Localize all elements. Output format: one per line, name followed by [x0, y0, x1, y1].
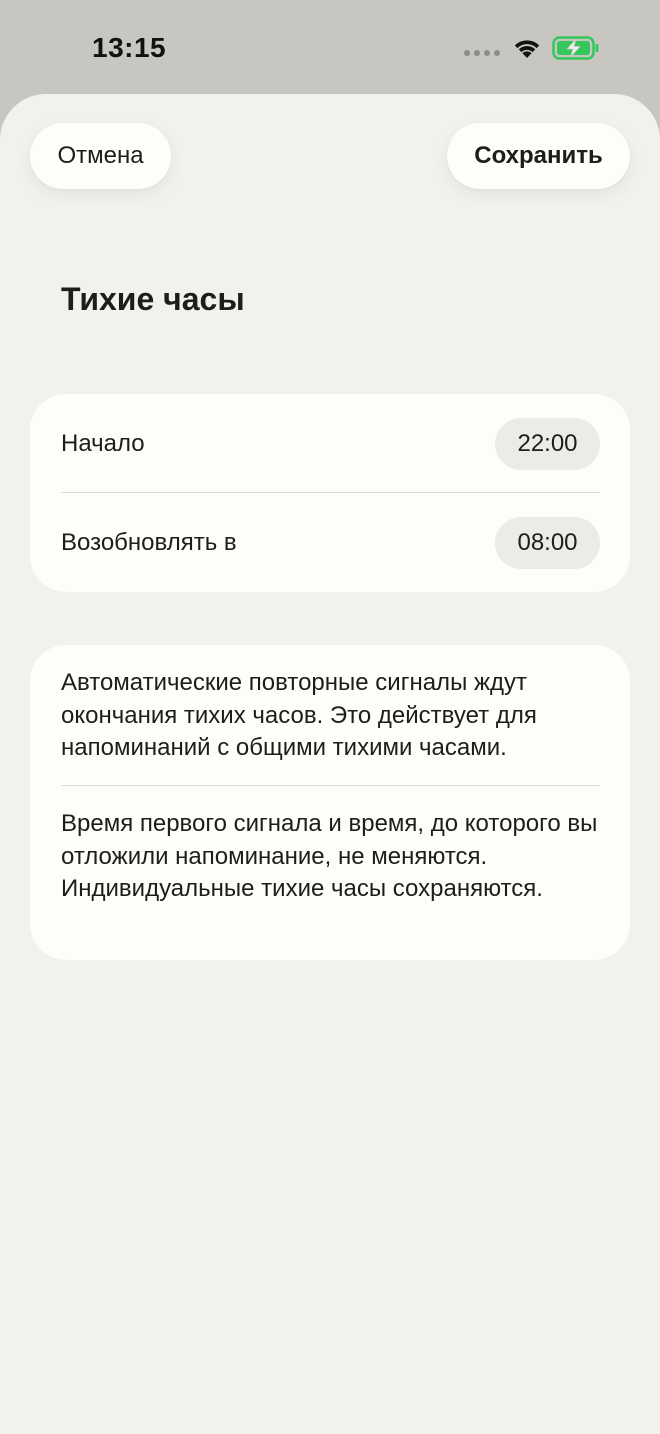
quiet-hours-sheet: Отмена Сохранить Тихие часы Начало 22:00… [0, 94, 660, 1434]
save-button[interactable]: Сохранить [447, 123, 630, 189]
info-paragraph-snooze: Автоматические повторные сигналы ждут ок… [61, 669, 537, 761]
cancel-button[interactable]: Отмена [30, 123, 171, 189]
start-time-row: Начало 22:00 [61, 394, 600, 493]
status-time: 13:15 [92, 32, 167, 63]
status-bar: 13:15 [0, 0, 660, 94]
start-time-picker[interactable]: 22:00 [495, 417, 600, 470]
resume-time-picker[interactable]: 08:00 [495, 516, 600, 569]
resume-time-label: Возобновлять в [61, 528, 237, 556]
page-title: Тихие часы [61, 281, 245, 317]
wifi-icon [514, 40, 540, 58]
resume-time-row: Возобновлять в 08:00 [61, 493, 600, 592]
battery-charging-icon [552, 36, 599, 60]
info-card: Автоматические повторные сигналы ждут ок… [30, 645, 630, 960]
status-icons [464, 36, 600, 60]
start-time-label: Начало [61, 429, 145, 457]
info-paragraph-unchanged: Время первого сигнала и время, до кото­р… [61, 810, 598, 902]
divider [61, 785, 600, 786]
schedule-card: Начало 22:00 Возобновлять в 08:00 [30, 394, 630, 592]
signal-dots-icon [464, 50, 500, 56]
